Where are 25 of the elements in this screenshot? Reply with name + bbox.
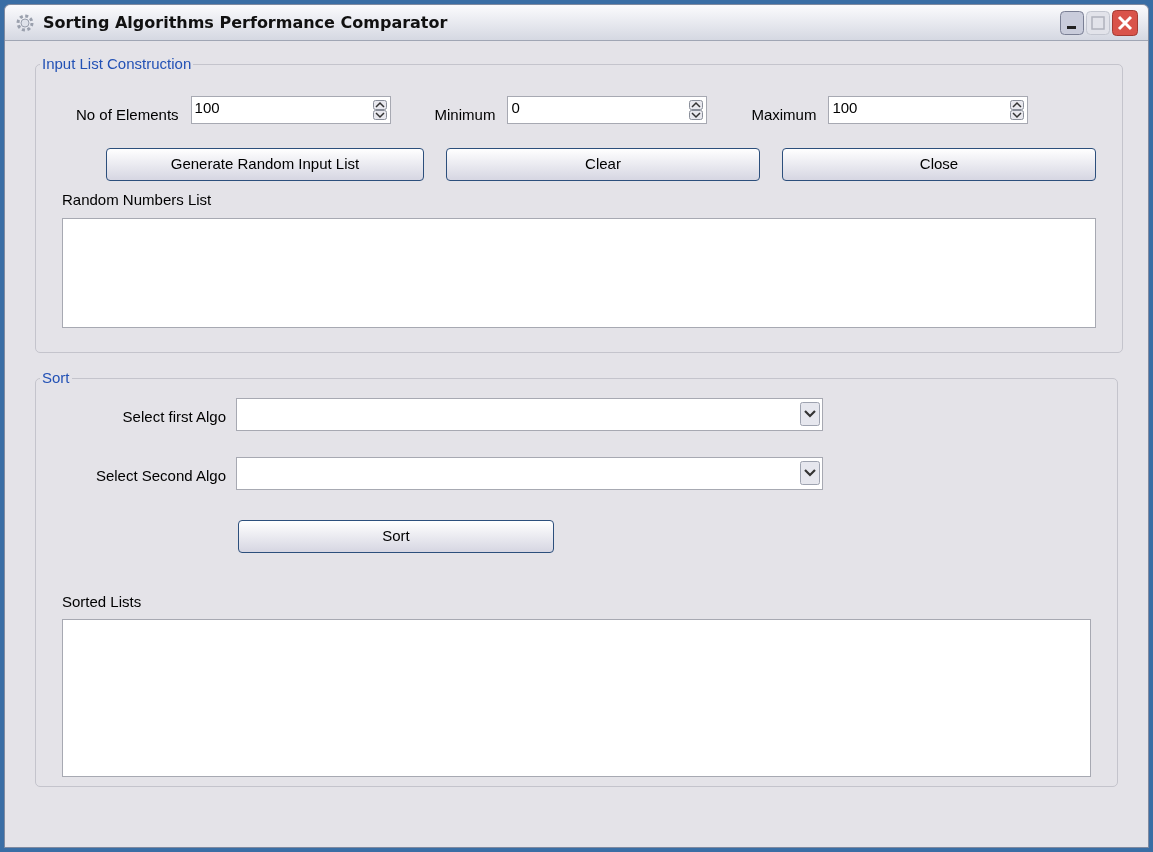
group-legend: Sort xyxy=(40,367,72,390)
spinner-icon[interactable] xyxy=(689,99,704,120)
chevron-down-icon xyxy=(800,461,820,485)
list-label: Sorted Lists xyxy=(62,591,143,612)
list-label: Random Numbers List xyxy=(62,190,213,210)
spinner-icon[interactable] xyxy=(1010,99,1025,120)
close-icon[interactable] xyxy=(1112,9,1138,36)
field-label: Select Second Algo xyxy=(94,465,227,486)
number-field[interactable]: 100 xyxy=(828,95,1029,124)
push-button[interactable]: Clear xyxy=(446,148,760,181)
minimize-icon[interactable] xyxy=(1060,10,1084,35)
group-legend: Input List Construction xyxy=(40,53,194,76)
chevron-down-icon xyxy=(800,402,820,426)
push-button[interactable]: Close xyxy=(782,148,1096,181)
number-field[interactable]: 0 xyxy=(507,95,708,124)
field-label: No of Elements xyxy=(76,104,179,125)
spinner-icon[interactable] xyxy=(372,99,387,120)
push-button[interactable]: Sort xyxy=(238,519,554,553)
push-button[interactable]: Generate Random Input List xyxy=(106,148,424,181)
number-field[interactable]: 100 xyxy=(190,95,391,124)
field-label: Maximum xyxy=(751,104,817,125)
window-title: Sorting Algorithms Performance Comparator xyxy=(43,11,448,34)
field-label: Minimum xyxy=(434,104,496,125)
gear-icon xyxy=(15,12,35,33)
field-label: Select first Algo xyxy=(121,406,227,427)
